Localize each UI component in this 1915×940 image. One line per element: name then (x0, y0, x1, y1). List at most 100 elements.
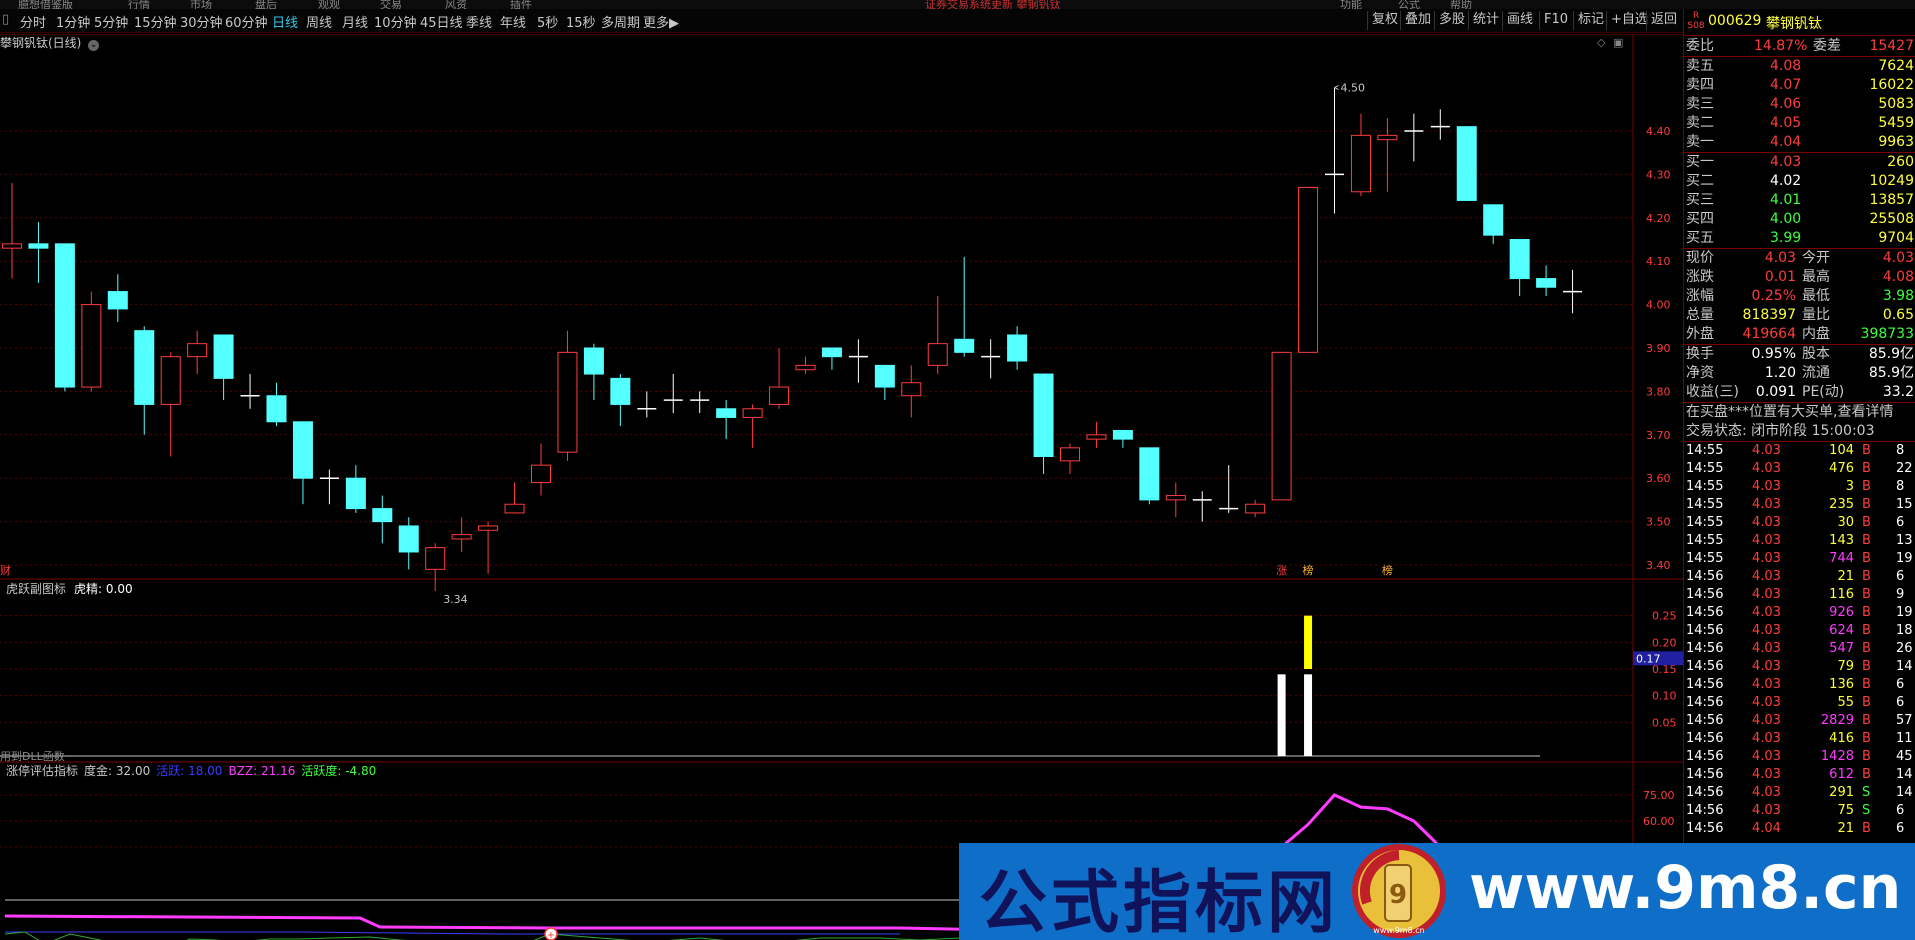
menu-item[interactable]: 臆想借鉴版 (18, 0, 73, 9)
candle[interactable] (28, 222, 49, 283)
candle[interactable] (690, 391, 710, 414)
candle[interactable] (398, 517, 419, 570)
period-6[interactable]: 日线 (272, 12, 298, 31)
candle[interactable] (1563, 269, 1583, 314)
candle[interactable] (1536, 265, 1557, 296)
candle[interactable] (1245, 499, 1266, 518)
candle[interactable] (1060, 443, 1080, 474)
candle[interactable] (821, 347, 842, 370)
candle[interactable] (372, 495, 393, 544)
period-0[interactable]: 分时 (20, 12, 46, 31)
candle[interactable] (266, 382, 287, 427)
menu-item[interactable]: 证券交易系统更新 攀钢钒钛 (925, 0, 1061, 9)
candle[interactable] (874, 364, 895, 401)
candle[interactable] (637, 391, 657, 418)
candle[interactable] (1112, 429, 1133, 448)
candle[interactable] (54, 243, 75, 392)
candle[interactable] (1350, 113, 1371, 197)
candle[interactable] (1033, 373, 1054, 474)
event-marker[interactable]: 榜 (1303, 563, 1314, 577)
toolbar-button-3[interactable]: 统计 (1468, 11, 1503, 30)
menu-item[interactable]: 公式 (1398, 0, 1420, 9)
period-3[interactable]: 15分钟 (134, 12, 177, 31)
candle[interactable] (134, 326, 155, 435)
menu-item[interactable]: 风资 (445, 0, 467, 9)
menu-item[interactable]: 功能 (1340, 0, 1362, 9)
candle[interactable] (1430, 109, 1450, 140)
candle[interactable] (663, 374, 683, 414)
candle[interactable] (1219, 465, 1239, 513)
candle[interactable] (901, 365, 922, 418)
period-1[interactable]: 1分钟 (56, 12, 90, 31)
candle[interactable] (451, 517, 472, 552)
candle[interactable] (954, 256, 975, 357)
toolbar-button-1[interactable]: 叠加 (1400, 11, 1435, 30)
menu-item[interactable]: 盘后 (255, 0, 277, 9)
period-10[interactable]: 45日线 (420, 12, 463, 31)
toolbar-button-8[interactable]: 返回 (1646, 11, 1681, 30)
period-13[interactable]: 5秒 (537, 12, 558, 31)
diamond-icon[interactable]: ◇ (1597, 36, 1606, 49)
candle[interactable] (1456, 126, 1477, 201)
candle[interactable] (478, 521, 499, 574)
toolbar-button-6[interactable]: 标记 (1573, 11, 1608, 30)
toolbar-button-4[interactable]: 画线 (1502, 11, 1537, 30)
candle[interactable] (1483, 204, 1504, 244)
candle[interactable] (1298, 186, 1319, 353)
event-marker[interactable]: 榜 (1382, 563, 1393, 577)
period-16[interactable]: 更多▶ (643, 12, 679, 31)
candle[interactable] (1086, 421, 1107, 448)
candle[interactable] (81, 291, 102, 392)
candle[interactable] (292, 421, 313, 505)
candle[interactable] (531, 443, 551, 496)
candle[interactable] (107, 274, 128, 322)
cai-marker[interactable]: 财 (0, 563, 11, 577)
event-marker[interactable]: 涨 (1276, 564, 1287, 577)
candle[interactable] (1139, 447, 1160, 505)
candle[interactable] (213, 334, 234, 401)
candle[interactable] (504, 482, 525, 514)
candle[interactable] (1007, 326, 1028, 370)
candle[interactable] (769, 348, 790, 409)
period-7[interactable]: 周线 (306, 12, 332, 31)
candle[interactable] (319, 469, 339, 505)
candle[interactable] (2, 183, 22, 279)
menu-item[interactable]: 帮助 (1450, 0, 1472, 9)
candle[interactable] (742, 404, 763, 448)
window-icon[interactable]: ▣ (1613, 36, 1623, 49)
candle[interactable] (425, 543, 446, 592)
chart-area[interactable]: 4.40 4.30 4.20 4.10 4.00 3.90 3.80 3.70 3.60 3.50… (0, 34, 1683, 940)
toolbar-button-0[interactable]: 复权 (1367, 11, 1402, 30)
candle[interactable] (1165, 482, 1186, 518)
candle[interactable] (981, 339, 1001, 379)
candle[interactable] (610, 374, 631, 427)
candle[interactable] (1271, 351, 1292, 501)
candle[interactable] (1509, 239, 1530, 296)
period-5[interactable]: 60分钟 (225, 12, 268, 31)
period-14[interactable]: 15秒 (566, 12, 596, 31)
period-11[interactable]: 季线 (466, 12, 492, 31)
candle[interactable] (1192, 491, 1212, 522)
period-8[interactable]: 月线 (342, 12, 368, 31)
candle[interactable] (345, 465, 366, 513)
candle[interactable] (1325, 87, 1344, 214)
period-2[interactable]: 5分钟 (94, 12, 128, 31)
menu-item[interactable]: 行情 (128, 0, 150, 9)
candle[interactable] (1404, 113, 1424, 162)
period-4[interactable]: 30分钟 (180, 12, 223, 31)
menu-item[interactable]: 观观 (318, 0, 340, 9)
menu-item[interactable]: 市场 (190, 0, 212, 9)
candle[interactable] (716, 400, 737, 440)
toolbar-button-2[interactable]: 多股 (1434, 11, 1469, 30)
candle[interactable] (187, 330, 208, 375)
candle[interactable] (160, 352, 181, 457)
candle[interactable] (927, 295, 948, 375)
candle[interactable] (1377, 117, 1398, 192)
period-9[interactable]: 10分钟 (374, 12, 417, 31)
candle[interactable] (848, 339, 868, 383)
menu-item[interactable]: 交易 (380, 0, 402, 9)
toolbar-button-5[interactable]: F10 (1539, 11, 1572, 30)
period-15[interactable]: 多周期 (601, 12, 640, 31)
menu-item[interactable]: 插件 (510, 0, 532, 9)
period-12[interactable]: 年线 (500, 12, 526, 31)
